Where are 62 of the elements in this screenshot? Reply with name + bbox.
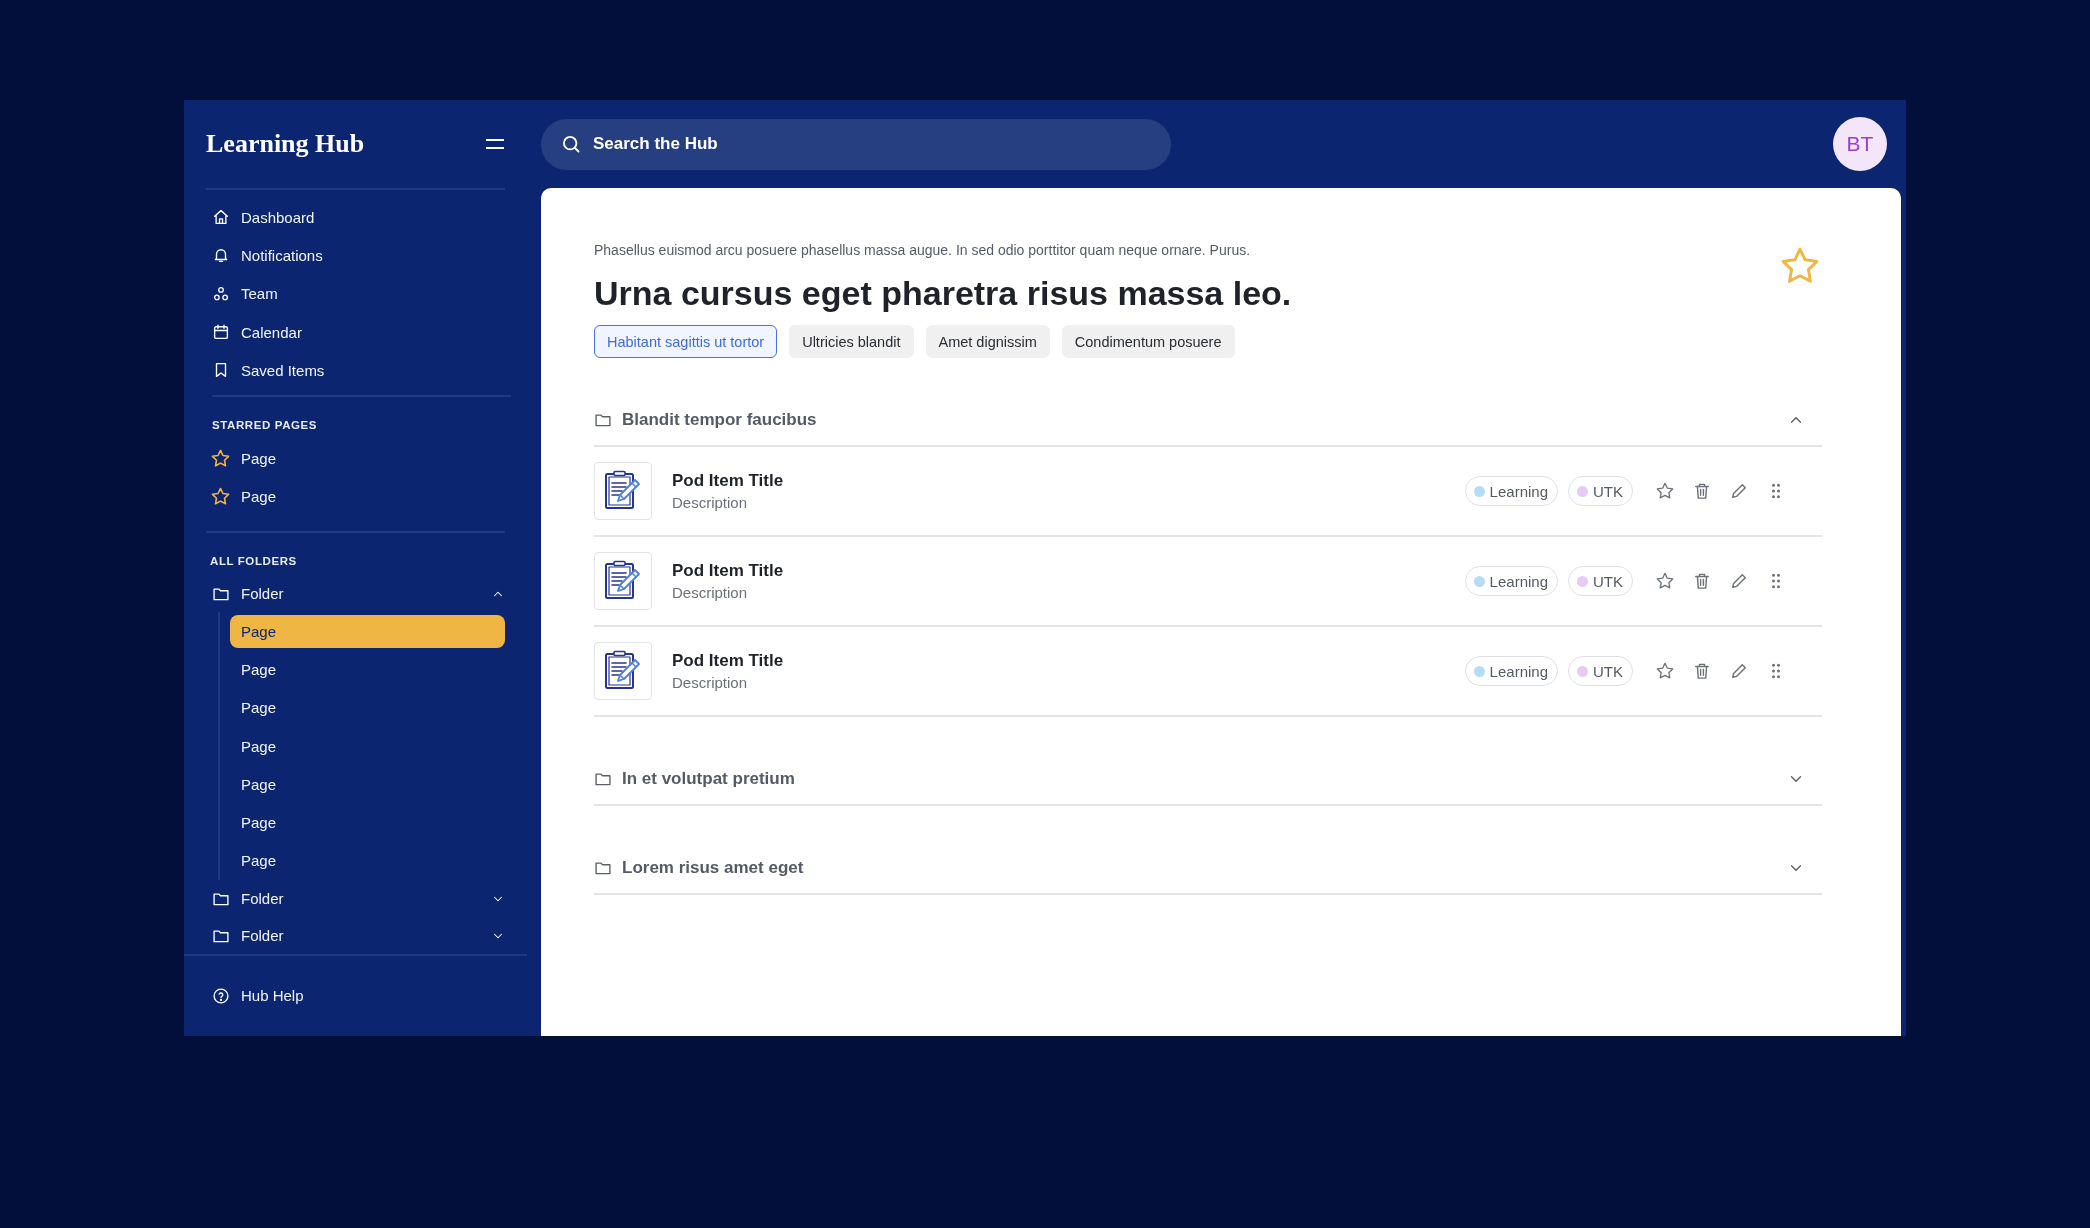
pod-item-row[interactable]: Pod Item Title Description Learning UTK <box>594 537 1822 627</box>
star-icon <box>210 448 231 470</box>
page-item[interactable]: Page <box>230 691 505 725</box>
page-item[interactable]: Page <box>230 652 505 686</box>
section-heading: ALL FOLDERS <box>209 554 298 570</box>
search-icon <box>561 133 581 154</box>
home-icon <box>212 208 230 227</box>
folder-item[interactable]: Folder <box>212 880 480 918</box>
filter-chip[interactable]: Habitant sagittis ut tortor <box>594 325 778 358</box>
trash-icon[interactable] <box>1692 481 1712 501</box>
section-header[interactable]: Lorem risus amet eget <box>594 842 1822 895</box>
pod-item-description: Description <box>672 674 749 691</box>
help-link[interactable]: Hub Help <box>184 976 527 1016</box>
section-header[interactable]: In et volutpat pretium <box>594 753 1822 806</box>
help-icon <box>212 987 230 1005</box>
section-title: In et volutpat pretium <box>622 768 796 789</box>
pencil-icon[interactable] <box>1729 571 1749 591</box>
filter-chip[interactable]: Condimentum posuere <box>1061 325 1235 358</box>
star-icon[interactable] <box>1655 661 1675 681</box>
page-subtitle: Phasellus euismod arcu posuere phasellus massa augue. In sed odio porttitor quam neque ornare. Purus. <box>594 241 1252 260</box>
logo-text: Learning Hub <box>206 129 365 159</box>
filter-chip[interactable]: Ultricies blandit <box>789 325 914 358</box>
starred-page-item[interactable]: Page <box>184 439 541 478</box>
calendar-icon <box>212 323 230 342</box>
page-title: Urna cursus eget pharetra risus massa leo. <box>594 273 1292 314</box>
star-icon <box>210 486 231 508</box>
page-item[interactable]: Page <box>230 806 505 840</box>
pod-item-row[interactable]: Pod Item Title Description Learning UTK <box>594 447 1822 537</box>
pod-item-title: Pod Item Title <box>672 651 785 671</box>
pod-item-title: Pod Item Title <box>672 561 785 581</box>
pencil-icon[interactable] <box>1729 661 1749 681</box>
section-header[interactable]: Blandit tempor faucibus <box>594 394 1822 447</box>
folder-item[interactable]: Folder <box>212 575 480 613</box>
page-item[interactable]: Page <box>230 767 505 801</box>
trash-icon[interactable] <box>1692 571 1712 591</box>
team-icon <box>212 284 230 303</box>
page-item[interactable]: Page <box>230 729 505 763</box>
bell-icon <box>212 246 230 265</box>
section-title: Lorem risus amet eget <box>622 857 805 878</box>
user-avatar[interactable]: BT <box>1833 117 1887 171</box>
nav-item[interactable]: Calendar <box>184 312 541 352</box>
page-item[interactable]: Page <box>230 614 505 648</box>
nav-item[interactable]: Team <box>184 274 541 313</box>
pod-item-row[interactable]: Pod Item Title Description Learning UTK <box>594 627 1822 717</box>
nav-item[interactable]: Saved Items <box>184 351 541 390</box>
search-field[interactable]: Search the Hub <box>541 118 1171 170</box>
section-title: Blandit tempor faucibus <box>622 409 818 430</box>
starred-page-item[interactable]: Page <box>184 477 541 517</box>
nav-item[interactable]: Notifications <box>184 236 541 275</box>
section-heading: STARRED PAGES <box>211 418 319 434</box>
pod-item-description: Description <box>672 584 749 601</box>
trash-icon[interactable] <box>1692 661 1712 681</box>
menu-icon[interactable] <box>485 137 505 151</box>
nav-item[interactable]: Dashboard <box>184 198 541 237</box>
pod-item-description: Description <box>672 494 749 511</box>
folder-item[interactable]: Folder <box>212 917 480 954</box>
filter-chip[interactable]: Amet dignissim <box>925 325 1050 358</box>
pencil-icon[interactable] <box>1729 481 1749 501</box>
page-item[interactable]: Page <box>230 844 505 878</box>
pod-item-title: Pod Item Title <box>672 471 785 491</box>
star-icon[interactable] <box>1655 481 1675 501</box>
star-icon[interactable] <box>1655 571 1675 591</box>
